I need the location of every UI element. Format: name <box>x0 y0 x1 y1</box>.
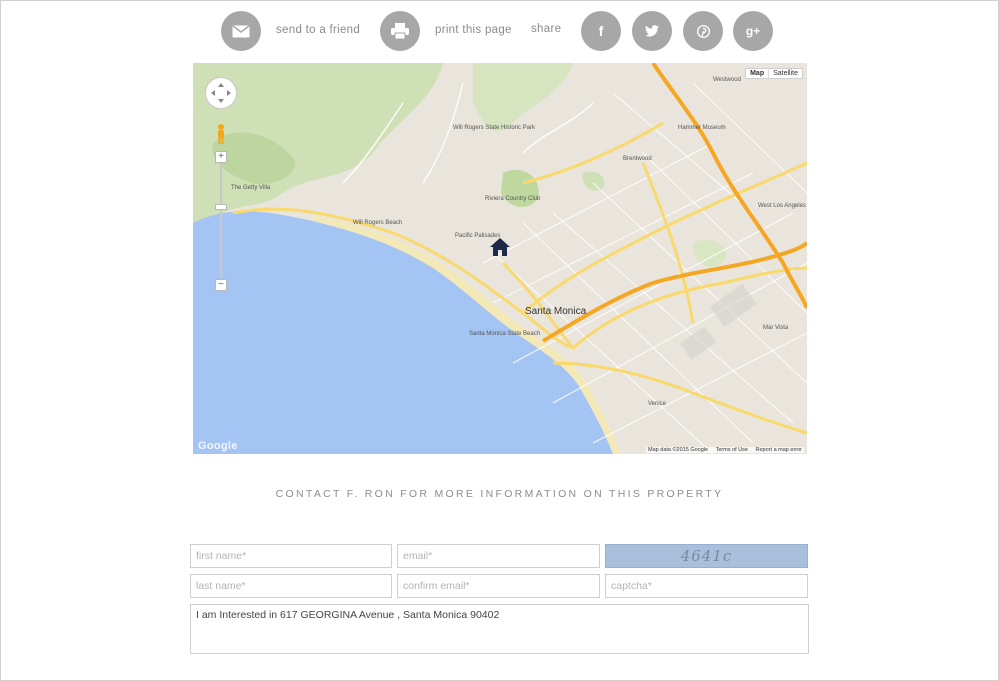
captcha-field[interactable] <box>605 574 808 598</box>
print-button[interactable] <box>380 11 420 51</box>
map-place-label: Venice <box>648 401 667 407</box>
message-textarea[interactable]: I am Interested in 617 GEORGINA Avenue ,… <box>190 604 809 654</box>
twitter-icon <box>645 25 659 37</box>
map-data-credit: Map data ©2015 Google <box>648 447 709 453</box>
zoom-out-button[interactable]: − <box>215 279 227 291</box>
map-place-label: Westwood <box>713 77 741 83</box>
map-place-label: Santa Monica State Beach <box>469 331 541 337</box>
terms-of-use-link[interactable]: Terms of Use <box>716 447 748 453</box>
google-plus-icon: g+ <box>745 24 761 38</box>
map-place-label: Will Rogers State Historic Park <box>453 125 536 131</box>
google-plus-share-button[interactable]: g+ <box>733 11 773 51</box>
map-type-map[interactable]: Map <box>746 69 770 78</box>
report-map-error-link[interactable]: Report a map error <box>756 447 802 453</box>
captcha-image: 4641c <box>605 544 808 568</box>
map-city-label: Santa Monica <box>525 306 587 317</box>
twitter-share-button[interactable] <box>632 11 672 51</box>
property-house-marker-icon[interactable] <box>489 237 511 257</box>
send-to-friend-button[interactable] <box>221 11 261 51</box>
pinterest-icon <box>696 24 710 38</box>
map-place-label: Hammer Museum <box>678 125 726 131</box>
map-tiles <box>193 63 807 454</box>
contact-heading: CONTACT F. RON FOR MORE INFORMATION ON T… <box>275 488 724 500</box>
map-type-toggle[interactable]: Map Satellite <box>745 68 803 79</box>
confirm-email-field[interactable] <box>397 574 600 598</box>
map-place-label: The Getty Villa <box>231 185 271 191</box>
zoom-slider-track[interactable] <box>220 164 222 277</box>
envelope-icon <box>232 24 250 37</box>
map-place-label: Brentwood <box>623 156 652 162</box>
share-label: share <box>531 23 562 35</box>
last-name-field[interactable] <box>190 574 392 598</box>
facebook-share-button[interactable]: f <box>581 11 621 51</box>
pan-arrows-icon <box>211 83 231 103</box>
zoom-in-button[interactable]: + <box>215 151 227 163</box>
print-page-link[interactable]: print this page <box>435 24 512 36</box>
map-place-label: Will Rogers Beach <box>353 220 403 226</box>
street-view-pegman-icon[interactable] <box>216 123 226 145</box>
pinterest-share-button[interactable] <box>683 11 723 51</box>
zoom-slider-handle[interactable] <box>215 204 227 210</box>
send-to-friend-link[interactable]: send to a friend <box>276 24 360 36</box>
map-place-label: West Los Angeles <box>758 203 806 209</box>
map-type-satellite[interactable]: Satellite <box>769 69 802 78</box>
property-map[interactable]: Map Satellite + − Will Rogers State Hist… <box>193 63 807 454</box>
facebook-icon: f <box>598 23 604 39</box>
map-attribution: Map data ©2015 Google Terms of Use Repor… <box>646 447 804 453</box>
map-place-label: Riviera Country Club <box>485 196 541 202</box>
printer-icon <box>391 23 409 39</box>
google-logo: Google <box>198 440 238 452</box>
email-field[interactable] <box>397 544 600 568</box>
first-name-field[interactable] <box>190 544 392 568</box>
map-place-label: Mar Vista <box>763 325 789 331</box>
pan-control[interactable] <box>205 77 237 109</box>
